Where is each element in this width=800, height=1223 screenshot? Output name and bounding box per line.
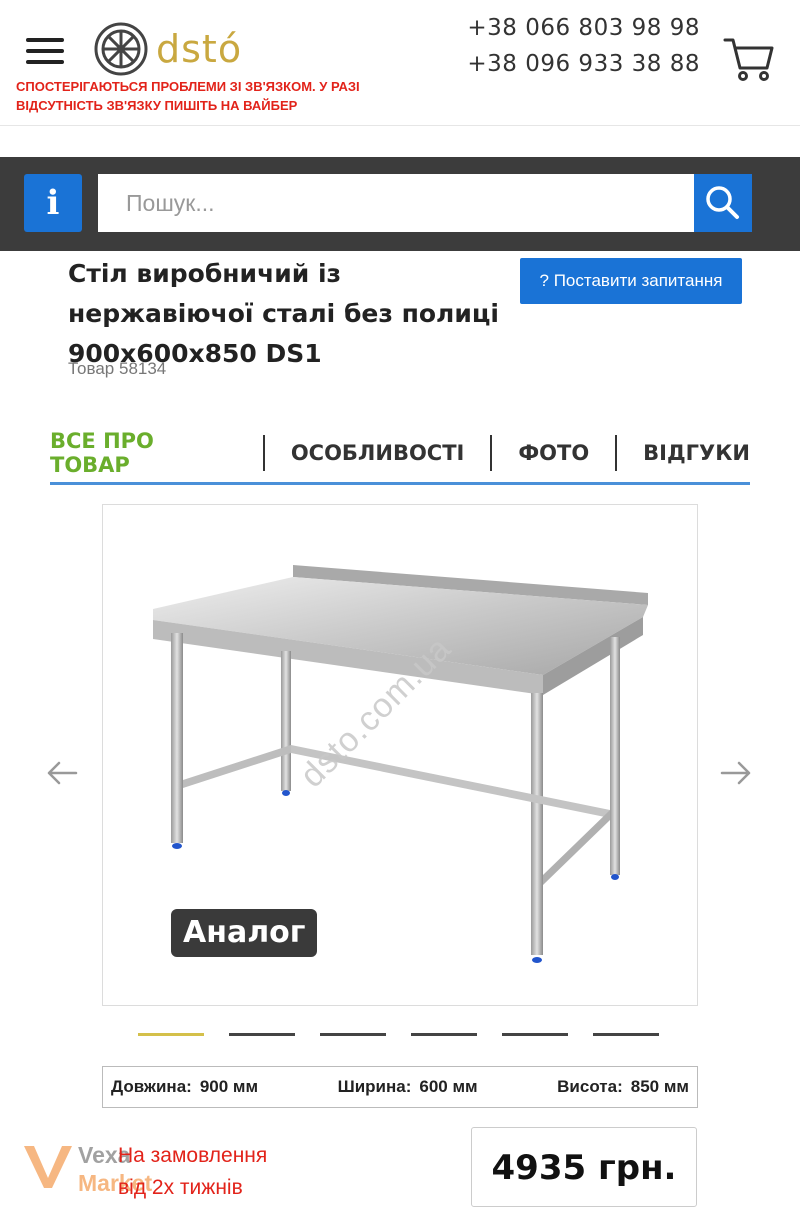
tab-divider (262, 434, 265, 471)
info-button[interactable]: i (24, 174, 82, 232)
product-price: 4935 грн. (471, 1127, 697, 1207)
gallery-pagination (138, 1033, 684, 1036)
site-logo[interactable]: dstó (94, 22, 242, 76)
analog-badge: Аналог (171, 909, 318, 957)
brand-name: dstó (156, 27, 243, 71)
availability-status: На замовлення від 2х тижнів (118, 1144, 268, 1199)
connection-notice: Спостерігаються проблеми зі зв'язком. У … (16, 79, 360, 113)
ask-question-button[interactable]: ? Поставити запитання (520, 258, 742, 304)
phone-number-1[interactable]: +38 066 803 98 98 (467, 10, 700, 46)
tab-photo[interactable]: Фото (518, 441, 589, 465)
vexa-logo-icon (24, 1146, 72, 1188)
search-input[interactable] (98, 174, 694, 232)
tab-reviews[interactable]: Відгуки (643, 441, 750, 465)
product-title: Стіл виробничий із нержавіючої сталі без… (68, 259, 499, 368)
search-button[interactable] (694, 174, 752, 232)
cart-icon[interactable] (722, 30, 776, 84)
dimension-length: Довжина: 900 мм (111, 1077, 259, 1096)
arrow-right-icon[interactable] (718, 755, 754, 791)
search-bar: i (0, 157, 800, 251)
dimensions-row: Довжина: 900 мм Ширина: 600 мм Висота: 850 … (102, 1066, 698, 1108)
site-header: dstó Спостерігаються проблеми зі зв'язко… (0, 0, 800, 126)
gallery-dot-4[interactable] (411, 1033, 477, 1036)
gallery-dot-2[interactable] (229, 1033, 295, 1036)
phone-number-2[interactable]: +38 096 933 38 88 (467, 46, 700, 82)
product-image[interactable]: dsto.com.ua Аналог (102, 504, 698, 1006)
search-icon (706, 186, 739, 219)
gallery-dot-6[interactable] (593, 1033, 659, 1036)
gallery-dot-3[interactable] (320, 1033, 386, 1036)
product-sku: Товар 58134 (68, 359, 167, 378)
tab-all-about-product[interactable]: Все про товар (50, 429, 237, 477)
gallery-dot-5[interactable] (502, 1033, 568, 1036)
arrow-left-icon[interactable] (44, 755, 80, 791)
tab-features[interactable]: Особливості (291, 441, 465, 465)
tab-divider (615, 434, 618, 471)
wheel-logo-icon (94, 22, 148, 76)
menu-hamburger-icon[interactable] (26, 38, 64, 68)
dimension-height: Висота: 850 мм (557, 1077, 689, 1096)
product-tabs: Все про товар Особливості Фото Відгуки (50, 423, 750, 485)
gallery-dot-1[interactable] (138, 1033, 204, 1036)
dimension-width: Ширина: 600 мм (337, 1077, 478, 1096)
tab-divider (490, 434, 493, 471)
phone-list: +38 066 803 98 98 +38 096 933 38 88 (467, 10, 700, 82)
